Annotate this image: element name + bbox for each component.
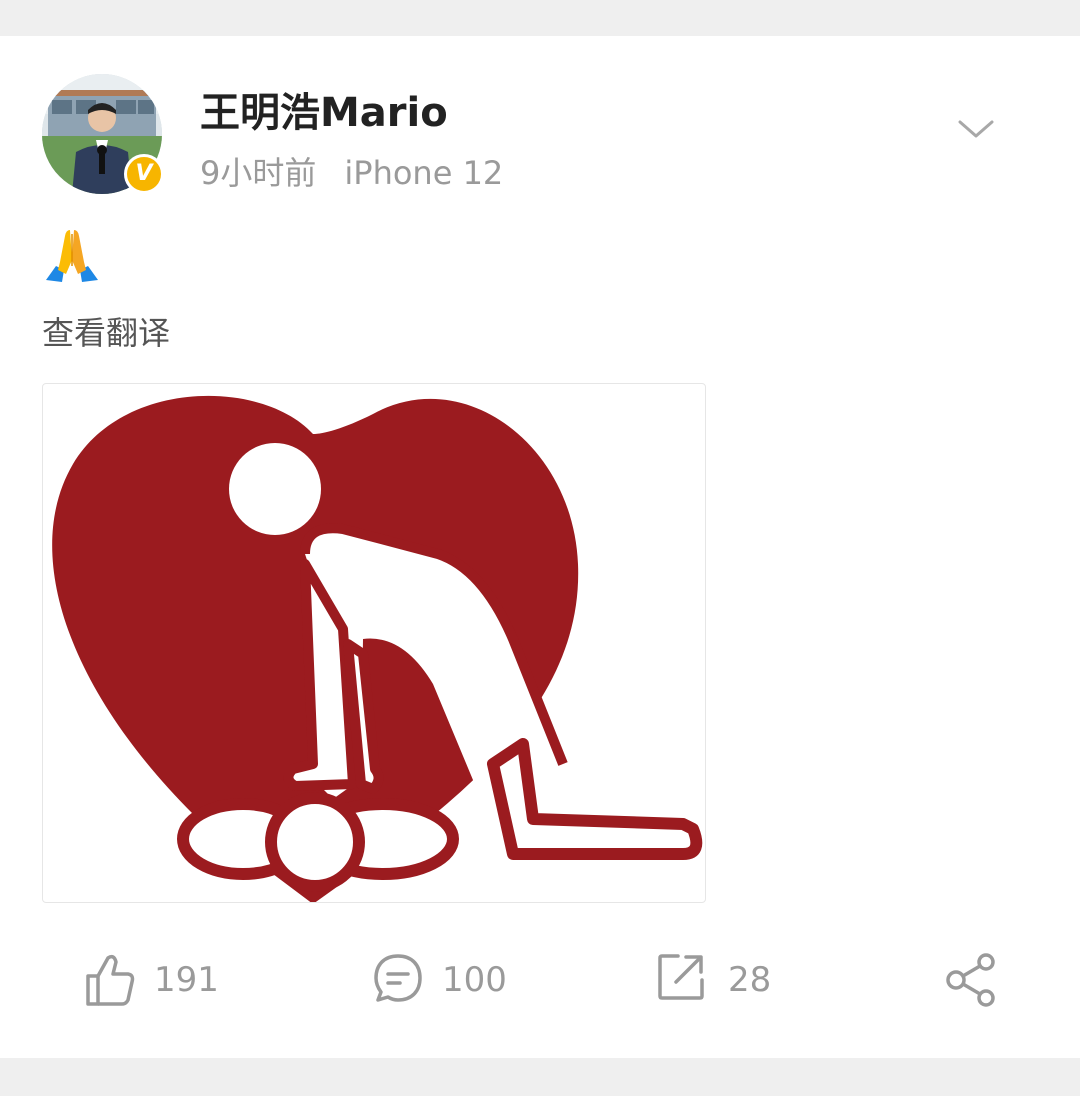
like-count: 191 <box>154 960 219 1000</box>
post-time: 9小时前 <box>200 154 317 192</box>
post-image[interactable] <box>42 383 706 903</box>
verified-badge-icon: V <box>124 154 164 194</box>
author-name[interactable]: 王明浩Mario <box>200 80 448 138</box>
comment-button[interactable]: 100 <box>372 946 532 1016</box>
repost-icon <box>658 954 704 1000</box>
comment-icon <box>374 954 422 1002</box>
repost-button[interactable]: 28 <box>656 946 796 1016</box>
share-button[interactable] <box>944 946 1004 1016</box>
action-bar: 191 100 28 <box>0 946 1080 1016</box>
comment-count: 100 <box>442 960 507 1000</box>
chevron-down-icon[interactable] <box>956 114 996 144</box>
weibo-post-card: V 王明浩Mario 9小时前 iPhone 12 查看翻译 191 100 2… <box>0 36 1080 1058</box>
post-device: iPhone 12 <box>344 154 504 192</box>
post-meta: 9小时前 iPhone 12 <box>200 148 503 194</box>
view-translation-link[interactable]: 查看翻译 <box>42 308 170 354</box>
repost-count: 28 <box>728 960 772 1000</box>
share-icon <box>946 953 995 1007</box>
thumbs-up-icon <box>86 954 135 1006</box>
like-button[interactable]: 191 <box>84 946 244 1016</box>
folded-hands-icon <box>46 230 98 282</box>
cpr-heart-logo <box>52 395 703 902</box>
